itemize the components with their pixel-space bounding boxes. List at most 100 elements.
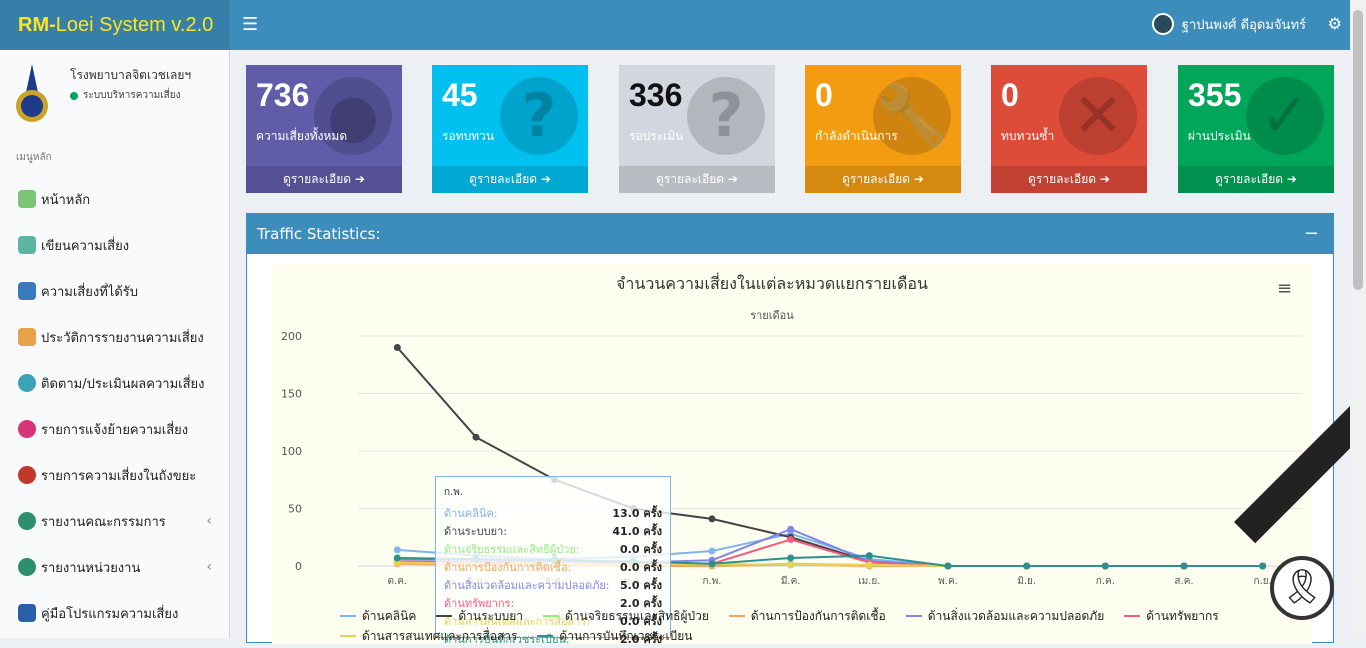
clipboard-icon	[18, 282, 36, 300]
x-tick-label: ก.ค.	[1096, 576, 1115, 587]
legend-label: ด้านการบันทึกเวชระเบียน	[559, 628, 693, 643]
app-logo[interactable]: RM-Loei System v.2.0	[0, 0, 230, 50]
legend-label: ด้านคลินิค	[362, 608, 417, 623]
sidebar-item-write-risk[interactable]: เขียนความเสี่ยง	[0, 222, 230, 268]
black-ribbon-icon: 🎗	[1270, 556, 1334, 620]
chevron-left-icon: ‹	[206, 559, 212, 575]
data-point[interactable]	[708, 547, 716, 555]
y-tick-label: 150	[281, 388, 302, 401]
legend-item[interactable]: ด้านการป้องกันการติดเชื้อ	[728, 606, 886, 626]
data-point[interactable]	[472, 433, 480, 441]
minimize-icon[interactable]: −	[1304, 214, 1319, 254]
legend-item[interactable]: ด้านสารสนเทศและการสื่อสาร	[340, 626, 517, 646]
summary-boxes: ● 736 ความเสี่ยงทั้งหมด ดูรายละเอียด ➔ ?…	[246, 65, 1334, 193]
data-point[interactable]	[1023, 562, 1031, 570]
sidebar-menu: หน้าหลัก เขียนความเสี่ยง ความเสี่ยงที่ได…	[0, 176, 230, 636]
sidebar-toggle-icon[interactable]: ☰	[242, 14, 258, 35]
scrollbar-thumb[interactable]	[1353, 10, 1363, 290]
data-point[interactable]	[787, 561, 795, 569]
box-label: รอประเมิน	[629, 129, 684, 143]
sidebar-item-unit-report[interactable]: รายงานหน่วยงาน ‹	[0, 544, 230, 590]
chart-legend: ด้านคลินิค ด้านระบบยา ด้านจริยธรรมและสิทธิ…	[340, 606, 1260, 646]
data-point[interactable]	[393, 344, 401, 351]
legend-marker-icon	[340, 615, 356, 617]
legend-item[interactable]: ด้านระบบยา	[436, 606, 523, 626]
tooltip-row: ด้านระบบยา: 41.0 ครั้ง	[444, 522, 662, 540]
user-menu[interactable]: ฐาปนพงศ์ ดีอุดมจันทร์	[1151, 13, 1306, 35]
menu-header: เมนูหลัก	[16, 152, 52, 163]
box-detail-link[interactable]: ดูรายละเอียด ➔	[432, 166, 588, 193]
data-point[interactable]	[708, 560, 716, 568]
box-label: รอทบทวน	[442, 129, 495, 143]
box-number: 336	[629, 77, 683, 113]
sidebar-item-committee-report[interactable]: รายงานคณะกรรมการ ‹	[0, 498, 230, 544]
pie-chart-icon	[18, 558, 36, 576]
y-tick-label: 50	[288, 503, 302, 516]
data-point[interactable]	[787, 536, 795, 544]
data-point[interactable]	[1259, 562, 1267, 570]
legend-item[interactable]: ด้านสิ่งแวดล้อมและความปลอดภัย	[905, 606, 1105, 626]
y-tick-label: 0	[295, 560, 302, 573]
hospital-name: โรงพยาบาลจิตเวชเลยฯ	[70, 68, 192, 82]
data-point[interactable]	[787, 554, 795, 562]
sidebar-item-report-history[interactable]: ประวัติการรายงานความเสี่ยง	[0, 314, 230, 360]
sidebar-item-follow-up[interactable]: ติดตาม/ประเมินผลความเสี่ยง	[0, 360, 230, 406]
sidebar-item-transfer-risk[interactable]: รายการแจ้งย้ายความเสี่ยง	[0, 406, 230, 452]
legend-marker-icon	[905, 615, 922, 617]
y-tick-label: 100	[281, 445, 302, 458]
hospital-panel: โรงพยาบาลจิตเวชเลยฯ ระบบบริหารความเสี่ยง	[10, 60, 220, 130]
legend-item[interactable]: ด้านคลินิค	[340, 606, 416, 626]
question-icon: ?	[500, 77, 578, 155]
data-point[interactable]	[787, 525, 795, 533]
tooltip-series-name: ด้านจริยธรรมและสิทธิผู้ป่วย:	[444, 543, 580, 556]
panel-title: Traffic Statistics: −	[247, 214, 1333, 254]
tooltip-value: 41.0 ครั้ง	[612, 525, 662, 538]
box-detail-link[interactable]: ดูรายละเอียด ➔	[619, 166, 775, 193]
legend-marker-icon	[436, 615, 453, 617]
box-label: กำลังดำเนินการ	[815, 129, 898, 143]
pie-chart-icon	[18, 512, 36, 530]
x-tick-label: ส.ค.	[1174, 576, 1193, 587]
box-re-review: ✕ 0 ทบทวนซ้ำ ดูรายละเอียด ➔	[991, 65, 1147, 193]
sidebar: โรงพยาบาลจิตเวชเลยฯ ระบบบริหารความเสี่ยง…	[0, 50, 230, 638]
sidebar-item-manual[interactable]: คู่มือโปรแกรมความเสี่ยง	[0, 590, 230, 636]
data-point[interactable]	[865, 552, 873, 560]
legend-label: ด้านทรัพยากร	[1146, 608, 1219, 623]
sidebar-item-home[interactable]: หน้าหลัก	[0, 176, 230, 222]
data-point[interactable]	[708, 515, 716, 523]
legend-item[interactable]: ด้านทรัพยากร	[1124, 606, 1219, 626]
follow-up-icon	[18, 374, 36, 392]
box-detail-link[interactable]: ดูรายละเอียด ➔	[1178, 166, 1334, 193]
tooltip-row: ด้านสิ่งแวดล้อมและความปลอดภัย: 5.0 ครั้ง	[444, 576, 662, 594]
box-detail-link[interactable]: ดูรายละเอียด ➔	[805, 166, 961, 193]
tooltip-value: 13.0 ครั้ง	[612, 507, 662, 520]
box-number: 45	[442, 77, 478, 113]
x-tick-label: พ.ค.	[938, 576, 958, 587]
data-point[interactable]	[865, 561, 873, 569]
scrollbar[interactable]	[1350, 0, 1366, 638]
box-detail-link[interactable]: ดูรายละเอียด ➔	[991, 166, 1147, 193]
legend-marker-icon	[728, 615, 745, 617]
legend-item[interactable]: ด้านจริยธรรมและสิทธิผู้ป่วย	[543, 606, 709, 626]
transfer-icon	[18, 420, 36, 438]
sidebar-item-trash[interactable]: รายการความเสี่ยงในถังขยะ	[0, 452, 230, 498]
legend-item[interactable]: ด้านการบันทึกเวชระเบียน	[537, 626, 692, 646]
x-tick-label: ก.พ.	[702, 576, 721, 587]
chart-plot: 050100150200ต.ค.พ.ย.ธ.ค.ม.ค.ก.พ.มี.ค.เม.…	[281, 330, 1302, 587]
tooltip-row: ด้านการป้องกันการติดเชื้อ: 0.0 ครั้ง	[444, 558, 662, 576]
gears-icon[interactable]: ⚙	[1328, 14, 1342, 33]
traffic-panel: Traffic Statistics: − จำนวนความเสี่ยงในแต…	[246, 213, 1334, 644]
box-all-risks: ● 736 ความเสี่ยงทั้งหมด ดูรายละเอียด ➔	[246, 65, 402, 193]
tooltip-series-name: ด้านคลินิค:	[444, 507, 498, 520]
data-point[interactable]	[1180, 562, 1188, 570]
user-avatar-icon	[1151, 13, 1174, 35]
box-detail-link[interactable]: ดูรายละเอียด ➔	[246, 166, 402, 193]
book-icon	[18, 604, 36, 622]
tooltip-series-name: ด้านการป้องกันการติดเชื้อ:	[444, 561, 572, 574]
data-point[interactable]	[393, 554, 401, 562]
data-point[interactable]	[1101, 562, 1109, 570]
data-point[interactable]	[944, 562, 952, 570]
sidebar-item-received-risk[interactable]: ความเสี่ยงที่ได้รับ	[0, 268, 230, 314]
data-point[interactable]	[393, 546, 401, 554]
legend-label: ด้านสิ่งแวดล้อมและความปลอดภัย	[927, 608, 1105, 623]
